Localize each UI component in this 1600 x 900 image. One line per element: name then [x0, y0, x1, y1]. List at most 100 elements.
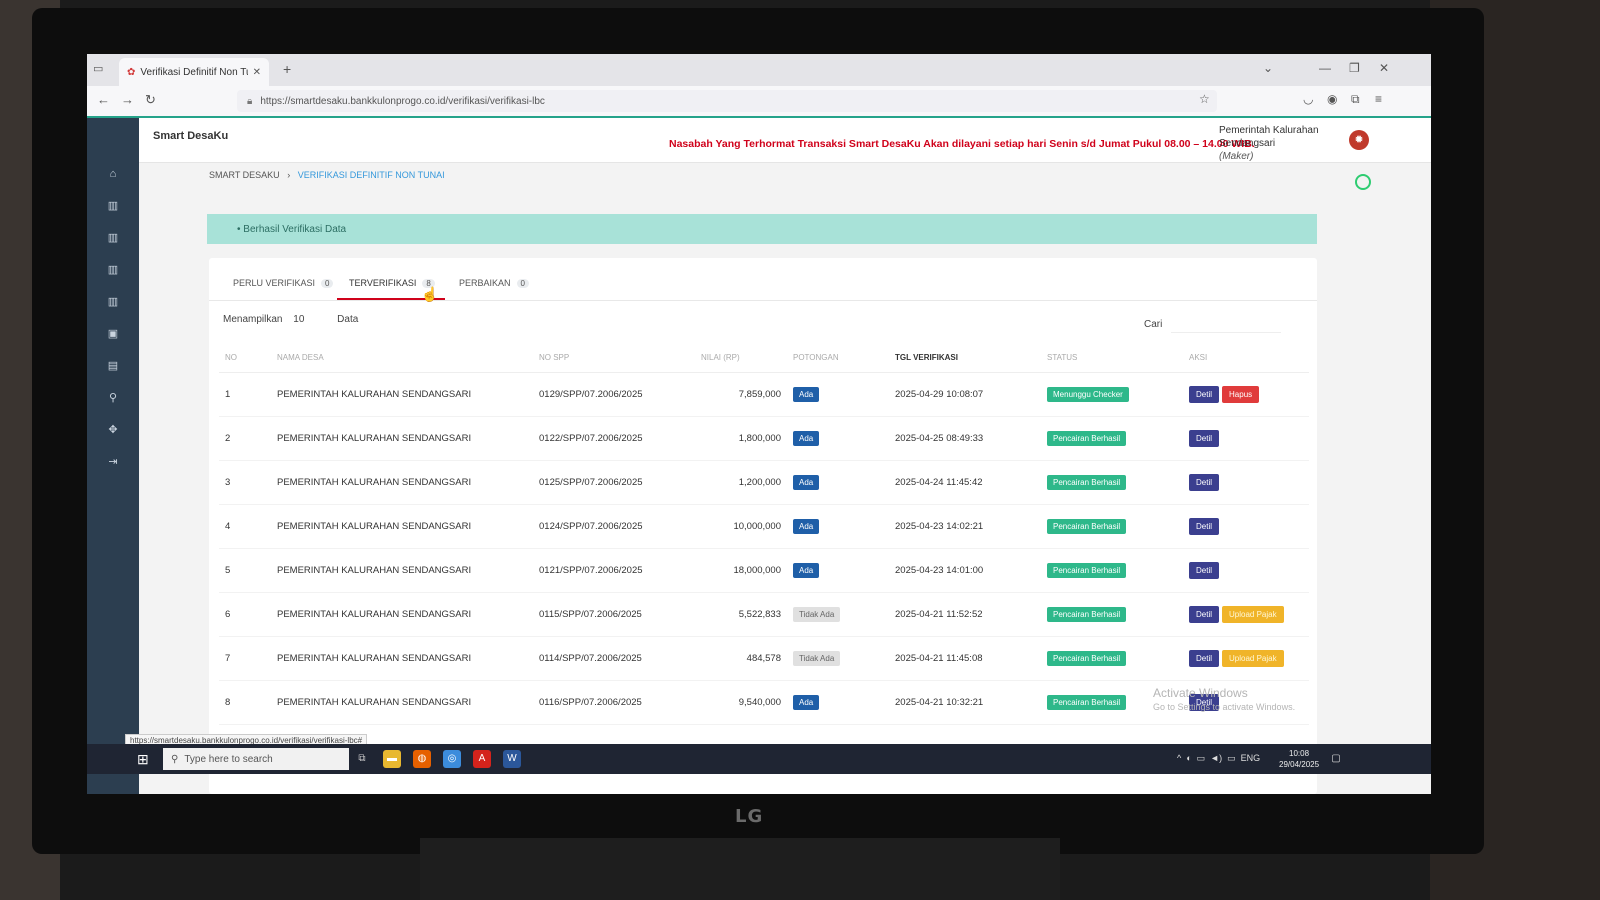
breadcrumb-current: VERIFIKASI DEFINITIF NON TUNAI — [297, 170, 445, 180]
status-badge: Pencairan Berhasil — [1047, 431, 1127, 446]
word-icon[interactable]: W — [503, 750, 521, 768]
page-length-select[interactable]: 10 — [293, 314, 304, 325]
show-label: Menampilkan — [223, 314, 283, 325]
detil-button[interactable]: Detil — [1189, 474, 1220, 491]
cell-no-spp: 0129/SPP/07.2006/2025 — [533, 372, 695, 417]
loading-spinner — [1355, 174, 1371, 190]
chrome-icon[interactable]: ◎ — [443, 750, 461, 768]
cell-no-spp: 0116/SPP/07.2006/2025 — [533, 680, 695, 725]
file-explorer-icon[interactable]: ▬ — [383, 750, 401, 768]
detil-button[interactable]: Detil — [1189, 386, 1220, 403]
detil-button[interactable]: Detil — [1189, 430, 1220, 447]
windows-start-icon[interactable]: ⊞ — [137, 751, 149, 768]
success-alert: • Berhasil Verifikasi Data — [207, 214, 1317, 244]
table-body: 1 PEMERINTAH KALURAHAN SENDANGSARI 0129/SP… — [219, 372, 1309, 725]
cell-tgl-verifikasi: 2025-04-21 11:52:52 — [889, 592, 1041, 637]
extensions-icon[interactable]: ⧉ — [1351, 92, 1360, 107]
search-icon[interactable]: ⚲ — [103, 388, 123, 408]
pocket-icon[interactable]: ◡ — [1303, 92, 1313, 106]
cell-aksi: Detil — [1183, 460, 1309, 505]
status-badge: Menunggu Checker — [1047, 387, 1129, 402]
upload-pajak-button[interactable]: Upload Pajak — [1222, 650, 1284, 667]
cell-no-spp: 0125/SPP/07.2006/2025 — [533, 460, 695, 505]
screen: ▭ ✿ Verifikasi Definitif Non Tunai - S ✕… — [87, 54, 1431, 794]
close-tab-icon[interactable]: ✕ — [253, 67, 261, 78]
column-header-nilai[interactable]: NILAI (RP) — [695, 342, 787, 373]
potongan-badge: Ada — [793, 475, 820, 490]
tab-count: 0 — [516, 278, 529, 288]
move-icon[interactable]: ✥ — [103, 420, 123, 440]
language-indicator[interactable]: ENG — [1241, 753, 1261, 763]
village-logo: ✹ — [1349, 130, 1369, 150]
column-header-potongan[interactable]: POTONGAN — [787, 342, 889, 373]
address-bar[interactable]: 🔒︎ https://smartdesaku.bankkulonprogo.co… — [237, 90, 1217, 112]
search-input[interactable] — [1171, 316, 1282, 333]
browser-nav-bar: ← → ↻ 🔒︎ https://smartdesaku.bankkulonpr… — [87, 86, 1431, 118]
cell-tgl-verifikasi: 2025-04-21 11:45:08 — [889, 636, 1041, 681]
column-header-aksi: AKSI — [1183, 342, 1309, 373]
file-icon[interactable]: ▤ — [103, 356, 123, 376]
hapus-button[interactable]: Hapus — [1222, 386, 1260, 403]
detil-button[interactable]: Detil — [1189, 650, 1220, 667]
map-icon[interactable]: ▥ — [103, 260, 123, 280]
money-icon[interactable]: ▣ — [103, 324, 123, 344]
notification-icon[interactable]: ▢ — [1327, 750, 1345, 768]
restore-icon[interactable]: ❐ — [1349, 61, 1360, 75]
forward-icon[interactable]: → — [121, 92, 134, 107]
account-icon[interactable]: ◉ — [1327, 92, 1337, 106]
cell-tgl-verifikasi: 2025-04-24 11:45:42 — [889, 460, 1041, 505]
cell-status: Pencairan Berhasil — [1041, 504, 1183, 549]
cell-nama-desa: PEMERINTAH KALURAHAN SENDANGSARI — [271, 636, 533, 681]
taskbar-search[interactable]: ⚲ Type here to search — [163, 748, 349, 770]
column-header-tgl-verifikasi[interactable]: TGL VERIFIKASI — [889, 342, 1041, 373]
map-icon[interactable]: ▥ — [103, 196, 123, 216]
tab-count: 0 — [321, 278, 334, 288]
table-search: Cari — [1144, 316, 1282, 333]
cell-nilai: 1,800,000 — [695, 416, 787, 461]
cell-nama-desa: PEMERINTAH KALURAHAN SENDANGSARI — [271, 460, 533, 505]
map-icon[interactable]: ▥ — [103, 292, 123, 312]
new-tab-icon[interactable]: + — [283, 61, 291, 77]
back-icon[interactable]: ← — [97, 92, 110, 107]
column-header-no-spp[interactable]: NO SPP — [533, 342, 695, 373]
bookmark-star-icon[interactable]: ☆ — [1199, 92, 1210, 106]
cell-aksi: Detil — [1183, 548, 1309, 593]
acrobat-icon[interactable]: A — [473, 750, 491, 768]
tab-perbaikan[interactable]: PERBAIKAN 0 — [459, 278, 529, 288]
detil-button[interactable]: Detil — [1189, 606, 1220, 623]
cell-aksi: Detil Upload Pajak — [1183, 592, 1309, 637]
close-window-icon[interactable]: ✕ — [1379, 61, 1389, 75]
column-header-nama-desa[interactable]: NAMA DESA — [271, 342, 533, 373]
clock[interactable]: 10:08 29/04/2025 — [1279, 748, 1319, 770]
breadcrumb-root[interactable]: SMART DESAKU — [209, 170, 280, 180]
browser-tab[interactable]: ✿ Verifikasi Definitif Non Tunai - S ✕ — [119, 58, 269, 86]
chevron-down-icon[interactable]: ⌄ — [1263, 61, 1273, 75]
home-icon[interactable]: ⌂ — [103, 164, 123, 184]
cell-nilai: 484,578 — [695, 636, 787, 681]
cell-no: 4 — [219, 504, 271, 549]
table-row: 7 PEMERINTAH KALURAHAN SENDANGSARI 0114/SP… — [219, 636, 1309, 681]
system-tray[interactable]: ^ ◐ ▭ ◄) ▭ ENG — [1177, 753, 1260, 764]
map-icon[interactable]: ▥ — [103, 228, 123, 248]
reload-icon[interactable]: ↻ — [145, 92, 156, 108]
firefox-icon[interactable]: ◍ — [413, 750, 431, 768]
column-header-no[interactable]: NO — [219, 342, 271, 373]
menu-icon[interactable]: ≡ — [1375, 92, 1382, 106]
column-header-status[interactable]: STATUS — [1041, 342, 1183, 373]
user-info[interactable]: Pemerintah Kalurahan Sendangsari (Maker) — [1219, 124, 1319, 163]
tab-label: TERVERIFIKASI — [349, 278, 417, 288]
upload-pajak-button[interactable]: Upload Pajak — [1222, 606, 1284, 623]
detil-button[interactable]: Detil — [1189, 518, 1220, 535]
tab-perlu-verifikasi[interactable]: PERLU VERIFIKASI 0 — [233, 278, 334, 288]
alert-text: Berhasil Verifikasi Data — [243, 223, 347, 235]
cell-aksi: Detil Hapus — [1183, 372, 1309, 417]
clock-date: 29/04/2025 — [1279, 760, 1320, 769]
detil-button[interactable]: Detil — [1189, 562, 1220, 579]
clock-time: 10:08 — [1289, 749, 1310, 758]
logout-icon[interactable]: ⇥ — [103, 452, 123, 472]
minimize-icon[interactable]: — — [1319, 61, 1331, 75]
tab-list-icon[interactable]: ▭ — [93, 62, 103, 75]
task-view-icon[interactable]: ⧉ — [353, 750, 371, 768]
watermark-subtitle: Go to Settings to activate Windows. — [1153, 702, 1296, 712]
cell-nilai: 1,200,000 — [695, 460, 787, 505]
